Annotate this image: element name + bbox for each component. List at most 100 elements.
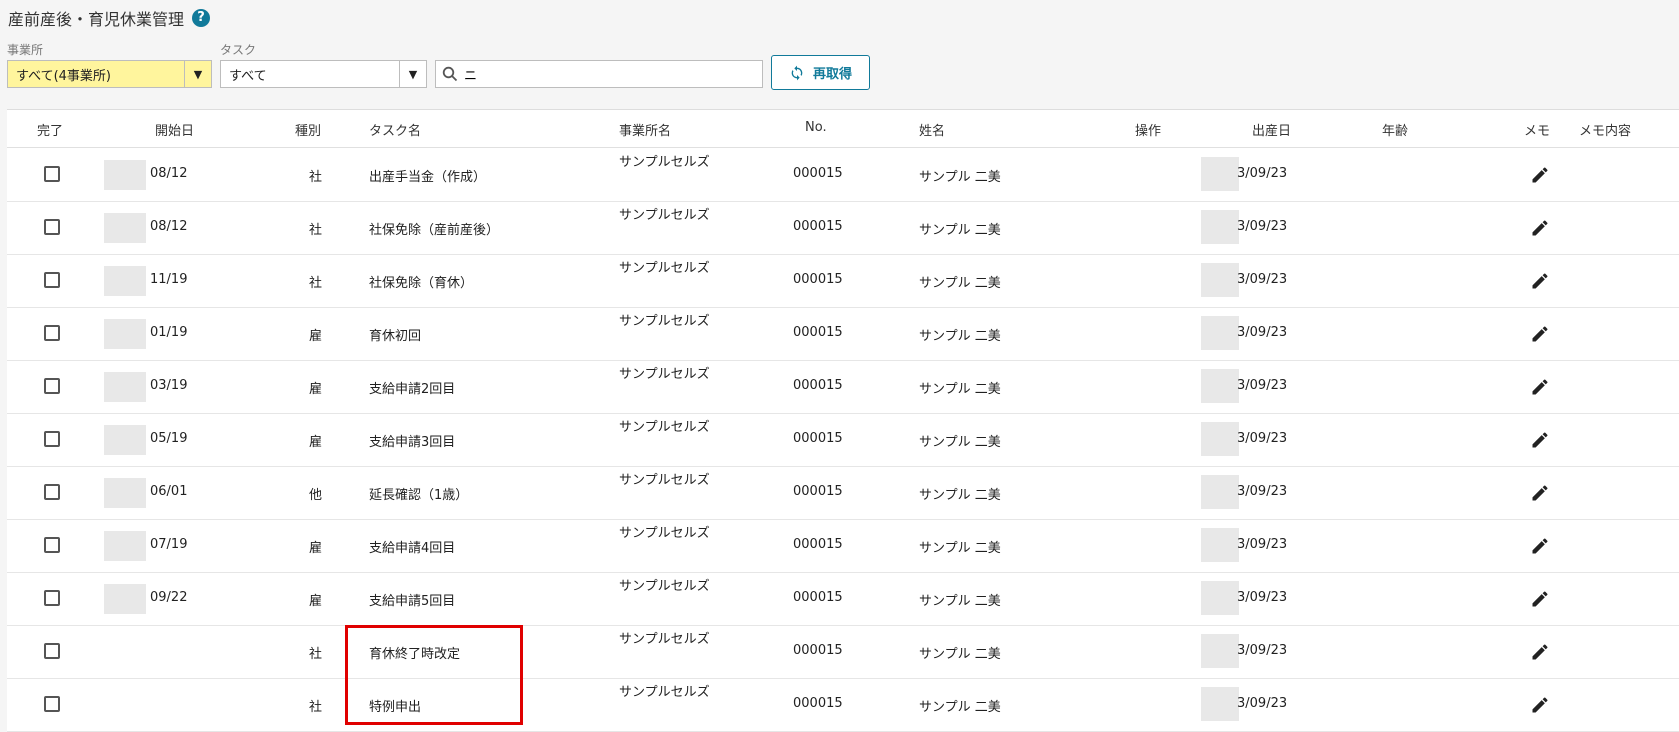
complete-checkbox[interactable] [44, 219, 60, 235]
employee-no: 000015 [793, 537, 843, 552]
employee-no: 000015 [793, 166, 843, 181]
office-name: サンプルセルズ [619, 314, 710, 329]
complete-checkbox[interactable] [44, 590, 60, 606]
start-date: 03/19 [150, 378, 188, 393]
employee-name[interactable]: サンプル 二美 [919, 219, 1001, 238]
refresh-button[interactable]: 再取得 [771, 55, 870, 90]
pencil-icon[interactable] [1530, 430, 1550, 454]
employee-name[interactable]: サンプル 二美 [919, 431, 1001, 450]
task-name: 延長確認（1歳） [369, 488, 469, 503]
search-icon [436, 66, 464, 82]
pencil-icon[interactable] [1530, 483, 1550, 507]
employee-name[interactable]: サンプル 二美 [919, 590, 1001, 609]
col-action[interactable]: 操作 [1135, 120, 1161, 139]
birth-date: 3/09/23 [1237, 696, 1288, 711]
birth-date: 3/09/23 [1237, 537, 1288, 552]
pencil-icon[interactable] [1530, 642, 1550, 666]
pencil-icon[interactable] [1530, 324, 1550, 348]
chevron-down-icon[interactable]: ▼ [399, 61, 426, 87]
office-name: サンプルセルズ [619, 261, 710, 276]
employee-no: 000015 [793, 643, 843, 658]
employee-no: 000015 [793, 272, 843, 287]
type-cell: 雇 [309, 382, 323, 397]
employee-no: 000015 [793, 484, 843, 499]
col-start-date[interactable]: 開始日 [155, 120, 194, 139]
redacted-region [1201, 528, 1239, 562]
employee-no: 000015 [793, 696, 843, 711]
complete-checkbox[interactable] [44, 272, 60, 288]
employee-name[interactable]: サンプル 二美 [919, 537, 1001, 556]
search-input[interactable] [464, 66, 762, 82]
col-complete[interactable]: 完了 [37, 120, 63, 139]
complete-checkbox[interactable] [44, 378, 60, 394]
redacted-region [1201, 369, 1239, 403]
table-row: 07/19 雇 支給申請4回目 サンプルセルズ 000015 サンプル 二美 3/09/23 [7, 519, 1679, 573]
col-memo-content[interactable]: メモ内容 [1579, 120, 1631, 139]
employee-name[interactable]: サンプル 二美 [919, 696, 1001, 715]
task-name: 社保免除（育休） [369, 276, 474, 291]
complete-checkbox[interactable] [44, 537, 60, 553]
complete-checkbox[interactable] [44, 431, 60, 447]
birth-date: 3/09/23 [1237, 590, 1288, 605]
start-date: 08/12 [150, 219, 188, 234]
col-full-name[interactable]: 姓名 [919, 120, 945, 139]
redacted-region [104, 478, 146, 508]
office-name: サンプルセルズ [619, 367, 710, 382]
chevron-down-icon[interactable]: ▼ [184, 61, 211, 87]
complete-checkbox[interactable] [44, 696, 60, 712]
table-header: 完了 開始日 種別 タスク名 事業所名 No. 姓名 操作 出産日 年齢 メモ … [7, 110, 1679, 148]
refresh-icon [791, 65, 803, 80]
office-select[interactable]: すべて(4事業所) ▼ [7, 60, 212, 88]
type-cell: 雇 [309, 541, 323, 556]
highlight-box [345, 625, 523, 725]
complete-checkbox[interactable] [44, 325, 60, 341]
office-name: サンプルセルズ [619, 155, 710, 170]
task-filter-label: タスク [220, 43, 257, 57]
col-no[interactable]: No. [805, 120, 827, 135]
redacted-region [1201, 422, 1239, 456]
table-row: 08/12 社 社保免除（産前産後） サンプルセルズ 000015 サンプル 二美 3/09… [7, 201, 1679, 255]
start-date: 08/12 [150, 166, 188, 181]
pencil-icon[interactable] [1530, 377, 1550, 401]
redacted-region [104, 160, 146, 190]
complete-checkbox[interactable] [44, 166, 60, 182]
col-type[interactable]: 種別 [295, 120, 321, 139]
employee-name[interactable]: サンプル 二美 [919, 325, 1001, 344]
type-cell: 雇 [309, 329, 323, 344]
pencil-icon[interactable] [1530, 536, 1550, 560]
pencil-icon[interactable] [1530, 165, 1550, 189]
office-name: サンプルセルズ [619, 473, 710, 488]
search-field[interactable] [435, 60, 763, 88]
employee-name[interactable]: サンプル 二美 [919, 166, 1001, 185]
start-date: 01/19 [150, 325, 188, 340]
pencil-icon[interactable] [1530, 218, 1550, 242]
pencil-icon[interactable] [1530, 695, 1550, 719]
type-cell: 社 [309, 700, 323, 715]
task-select[interactable]: すべて ▼ [220, 60, 427, 88]
employee-name[interactable]: サンプル 二美 [919, 643, 1001, 662]
col-birth-date[interactable]: 出産日 [1252, 120, 1291, 139]
office-name: サンプルセルズ [619, 420, 710, 435]
birth-date: 3/09/23 [1237, 484, 1288, 499]
pencil-icon[interactable] [1530, 589, 1550, 613]
employee-name[interactable]: サンプル 二美 [919, 378, 1001, 397]
employee-no: 000015 [793, 431, 843, 446]
type-cell: 雇 [309, 594, 323, 609]
table-row: 05/19 雇 支給申請3回目 サンプルセルズ 000015 サンプル 二美 3/09/23 [7, 413, 1679, 467]
employee-name[interactable]: サンプル 二美 [919, 484, 1001, 503]
office-name: サンプルセルズ [619, 579, 710, 594]
redacted-region [1201, 316, 1239, 350]
col-office-name[interactable]: 事業所名 [619, 120, 671, 139]
col-memo[interactable]: メモ [1524, 120, 1550, 139]
employee-name[interactable]: サンプル 二美 [919, 272, 1001, 291]
task-table: 完了 開始日 種別 タスク名 事業所名 No. 姓名 操作 出産日 年齢 メモ … [7, 109, 1679, 732]
complete-checkbox[interactable] [44, 643, 60, 659]
help-icon[interactable]: ? [192, 9, 211, 27]
col-task-name[interactable]: タスク名 [369, 120, 421, 139]
pencil-icon[interactable] [1530, 271, 1550, 295]
col-age[interactable]: 年齢 [1382, 120, 1408, 139]
start-date: 11/19 [150, 272, 188, 287]
complete-checkbox[interactable] [44, 484, 60, 500]
redacted-region [104, 425, 146, 455]
employee-no: 000015 [793, 378, 843, 393]
